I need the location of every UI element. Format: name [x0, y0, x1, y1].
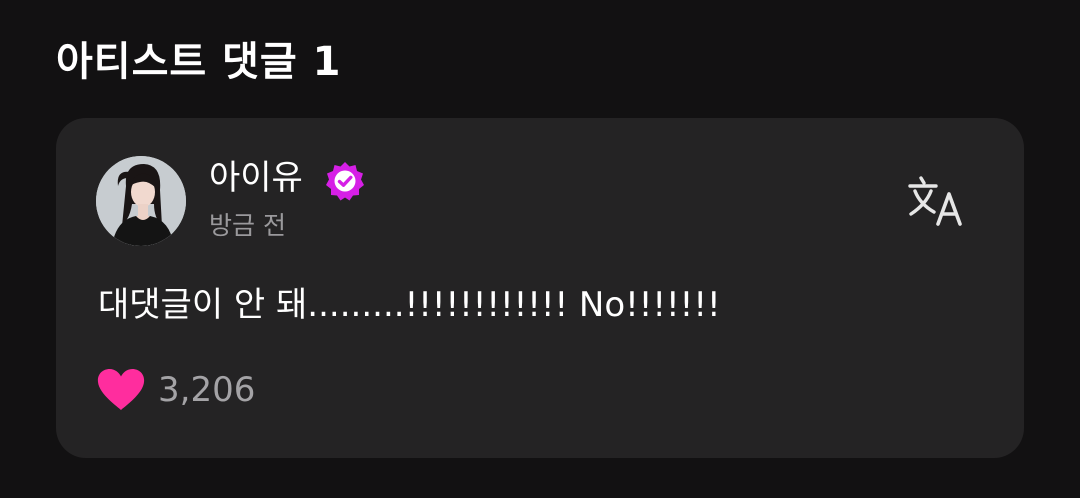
heart-icon[interactable]: [96, 368, 146, 412]
comment-text: 대댓글이 안 돼.........!!!!!!!!!!!! No!!!!!!!: [98, 285, 721, 325]
artist-comments-page: 아티스트 댓글 1 아이유 방금 전 대댓글이 안 돼.........!!!!…: [0, 0, 1080, 498]
section-title: 아티스트 댓글 1: [56, 39, 342, 85]
comment-timestamp: 방금 전: [209, 211, 286, 240]
verified-badge-icon: [326, 162, 364, 201]
avatar[interactable]: [96, 156, 186, 246]
comment-card: 아이유 방금 전 대댓글이 안 돼.........!!!!!!!!!!!! N…: [56, 118, 1024, 458]
like-row: 3,206: [96, 366, 255, 414]
author-name[interactable]: 아이유: [209, 154, 303, 202]
avatar-image: [96, 156, 186, 246]
translate-icon[interactable]: [906, 174, 972, 228]
like-count: 3,206: [158, 370, 256, 410]
